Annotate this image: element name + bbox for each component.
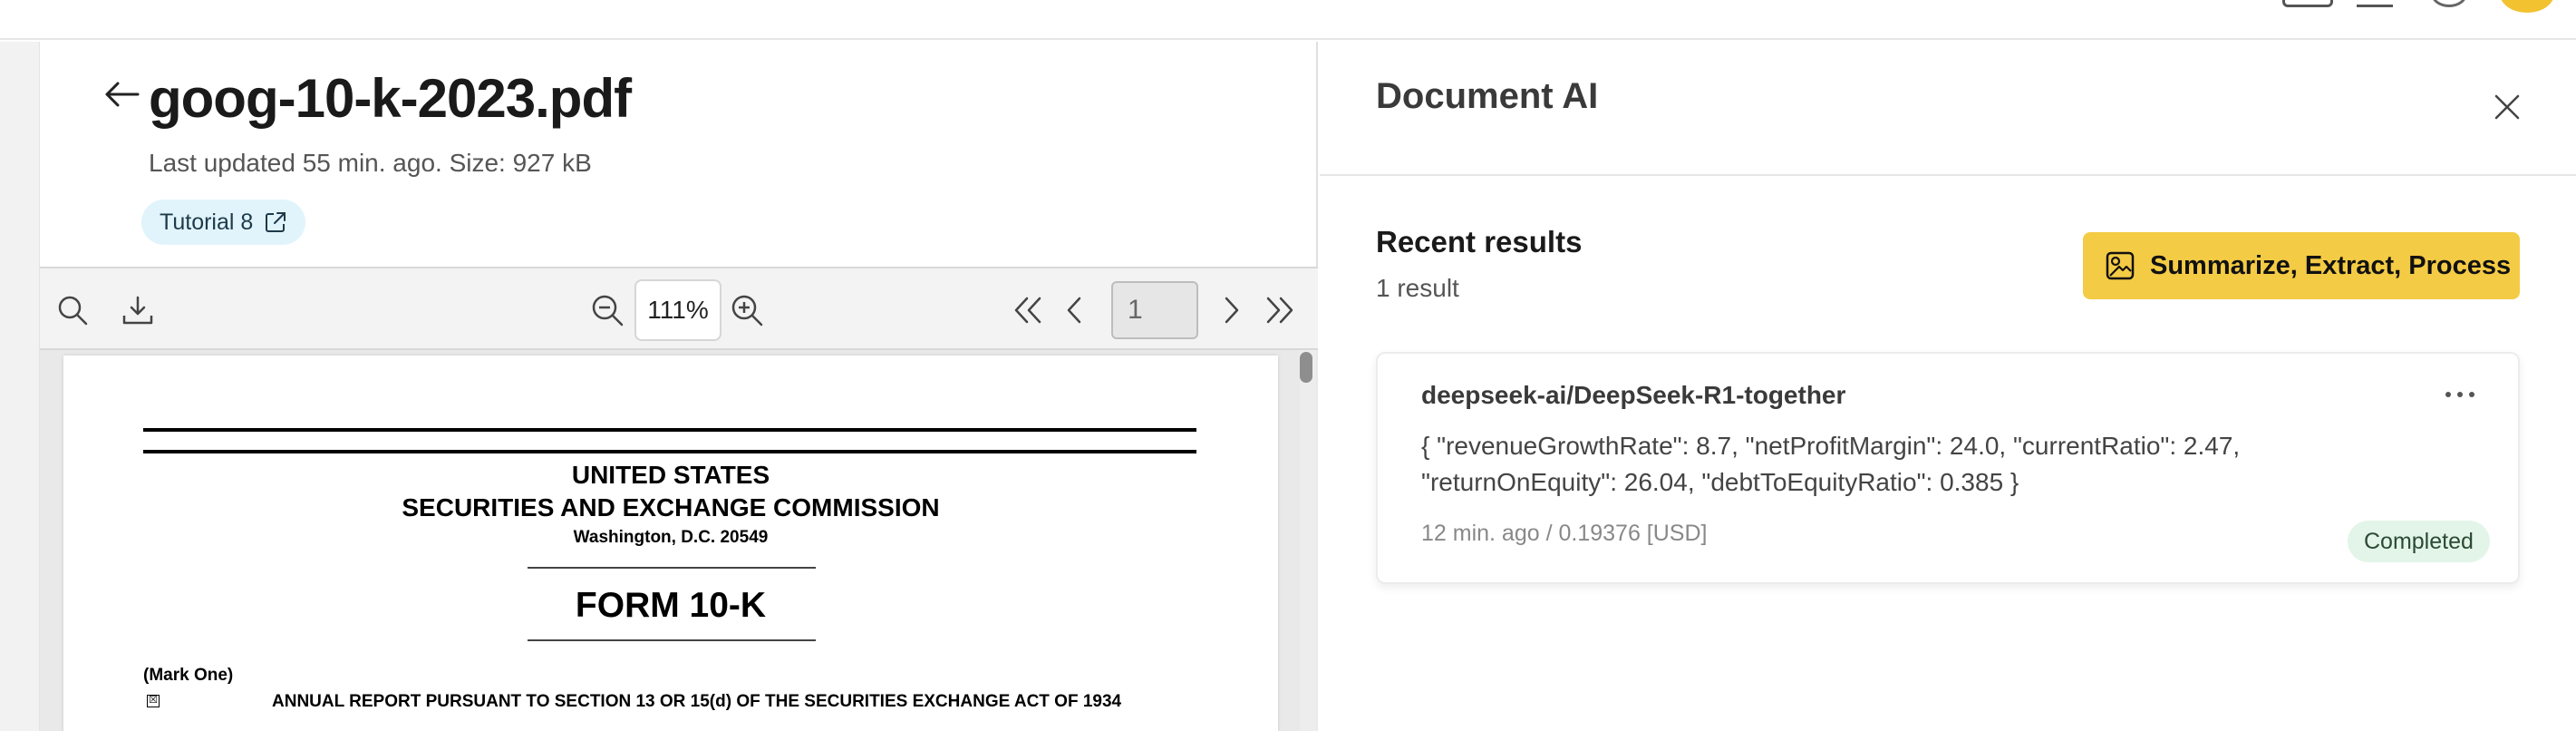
- doc-heading-country: UNITED STATES: [571, 461, 770, 489]
- document-meta: Last updated 55 min. ago. Size: 927 kB: [149, 149, 592, 177]
- rule: [143, 428, 1196, 432]
- result-model-name: deepseek-ai/DeepSeek-R1-together: [1421, 381, 1846, 409]
- document-ai-icon: [2106, 251, 2135, 280]
- scrollbar[interactable]: [1300, 350, 1316, 731]
- back-button[interactable]: [94, 76, 149, 112]
- tag-link[interactable]: Tutorial 8: [141, 200, 306, 245]
- close-icon: [2494, 94, 2520, 120]
- help-icon[interactable]: [2431, 0, 2467, 7]
- document-ai-panel: Document AI Recent results 1 result Summ…: [1320, 42, 2576, 731]
- zoom-in-icon[interactable]: [727, 290, 767, 330]
- pdf-viewer[interactable]: UNITED STATES SECURITIES AND EXCHANGE CO…: [40, 350, 1318, 731]
- result-meta: 12 min. ago / 0.19376 [USD]: [1421, 521, 1708, 546]
- first-page-icon[interactable]: [1008, 290, 1048, 330]
- doc-annual-report-line: ANNUAL REPORT PURSUANT TO SECTION 13 OR …: [272, 692, 1122, 711]
- search-icon[interactable]: [53, 290, 92, 330]
- result-text: { "revenueGrowthRate": 8.7, "netProfitMa…: [1421, 432, 2241, 496]
- pdf-toolbar: 111% 1: [40, 267, 1318, 350]
- pdf-page: UNITED STATES SECURITIES AND EXCHANGE CO…: [63, 356, 1278, 731]
- avatar[interactable]: [2500, 0, 2554, 13]
- scrollbar-thumb[interactable]: [1300, 352, 1312, 383]
- tag-label: Tutorial 8: [160, 209, 254, 235]
- close-button[interactable]: [2489, 89, 2525, 125]
- rule: [143, 450, 1196, 453]
- doc-checkbox: ☒: [147, 695, 160, 707]
- zoom-out-icon[interactable]: [587, 290, 627, 330]
- next-page-icon[interactable]: [1211, 290, 1251, 330]
- primary-button-label: Summarize, Extract, Process: [2150, 250, 2512, 280]
- arrow-left-icon: [105, 82, 140, 107]
- page-number-input[interactable]: 1: [1111, 281, 1198, 339]
- previous-page-icon[interactable]: [1055, 290, 1095, 330]
- result-count: 1 result: [1376, 274, 1459, 302]
- app-icon[interactable]: [2282, 0, 2333, 7]
- doc-form-title: FORM 10-K: [575, 586, 767, 625]
- summarize-extract-process-button[interactable]: Summarize, Extract, Process: [2083, 232, 2520, 299]
- more-options-button[interactable]: [2438, 381, 2482, 408]
- external-link-icon: [266, 212, 286, 232]
- doc-heading-commission: SECURITIES AND EXCHANGE COMMISSION: [402, 493, 940, 521]
- app-icon[interactable]: [2357, 0, 2393, 7]
- more-horizontal-icon: [2445, 392, 2474, 397]
- doc-mark-one: (Mark One): [143, 666, 234, 685]
- panel-header: Document AI: [1320, 42, 2576, 176]
- download-icon[interactable]: [118, 290, 158, 330]
- result-card[interactable]: deepseek-ai/DeepSeek-R1-together { "reve…: [1376, 352, 2520, 584]
- recent-results-heading: Recent results: [1376, 225, 1583, 258]
- doc-heading-address: Washington, D.C. 20549: [573, 528, 769, 547]
- rule: [528, 639, 816, 641]
- status-badge: Completed: [2348, 521, 2490, 562]
- last-page-icon[interactable]: [1260, 290, 1300, 330]
- zoom-level-input[interactable]: 111%: [634, 279, 721, 341]
- document-panel: goog-10-k-2023.pdf Last updated 55 min. …: [40, 42, 1318, 731]
- top-app-bar: [0, 0, 2576, 40]
- left-gutter: [0, 42, 40, 731]
- panel-title: Document AI: [1376, 76, 1599, 116]
- document-title: goog-10-k-2023.pdf: [149, 68, 632, 129]
- rule: [528, 567, 816, 569]
